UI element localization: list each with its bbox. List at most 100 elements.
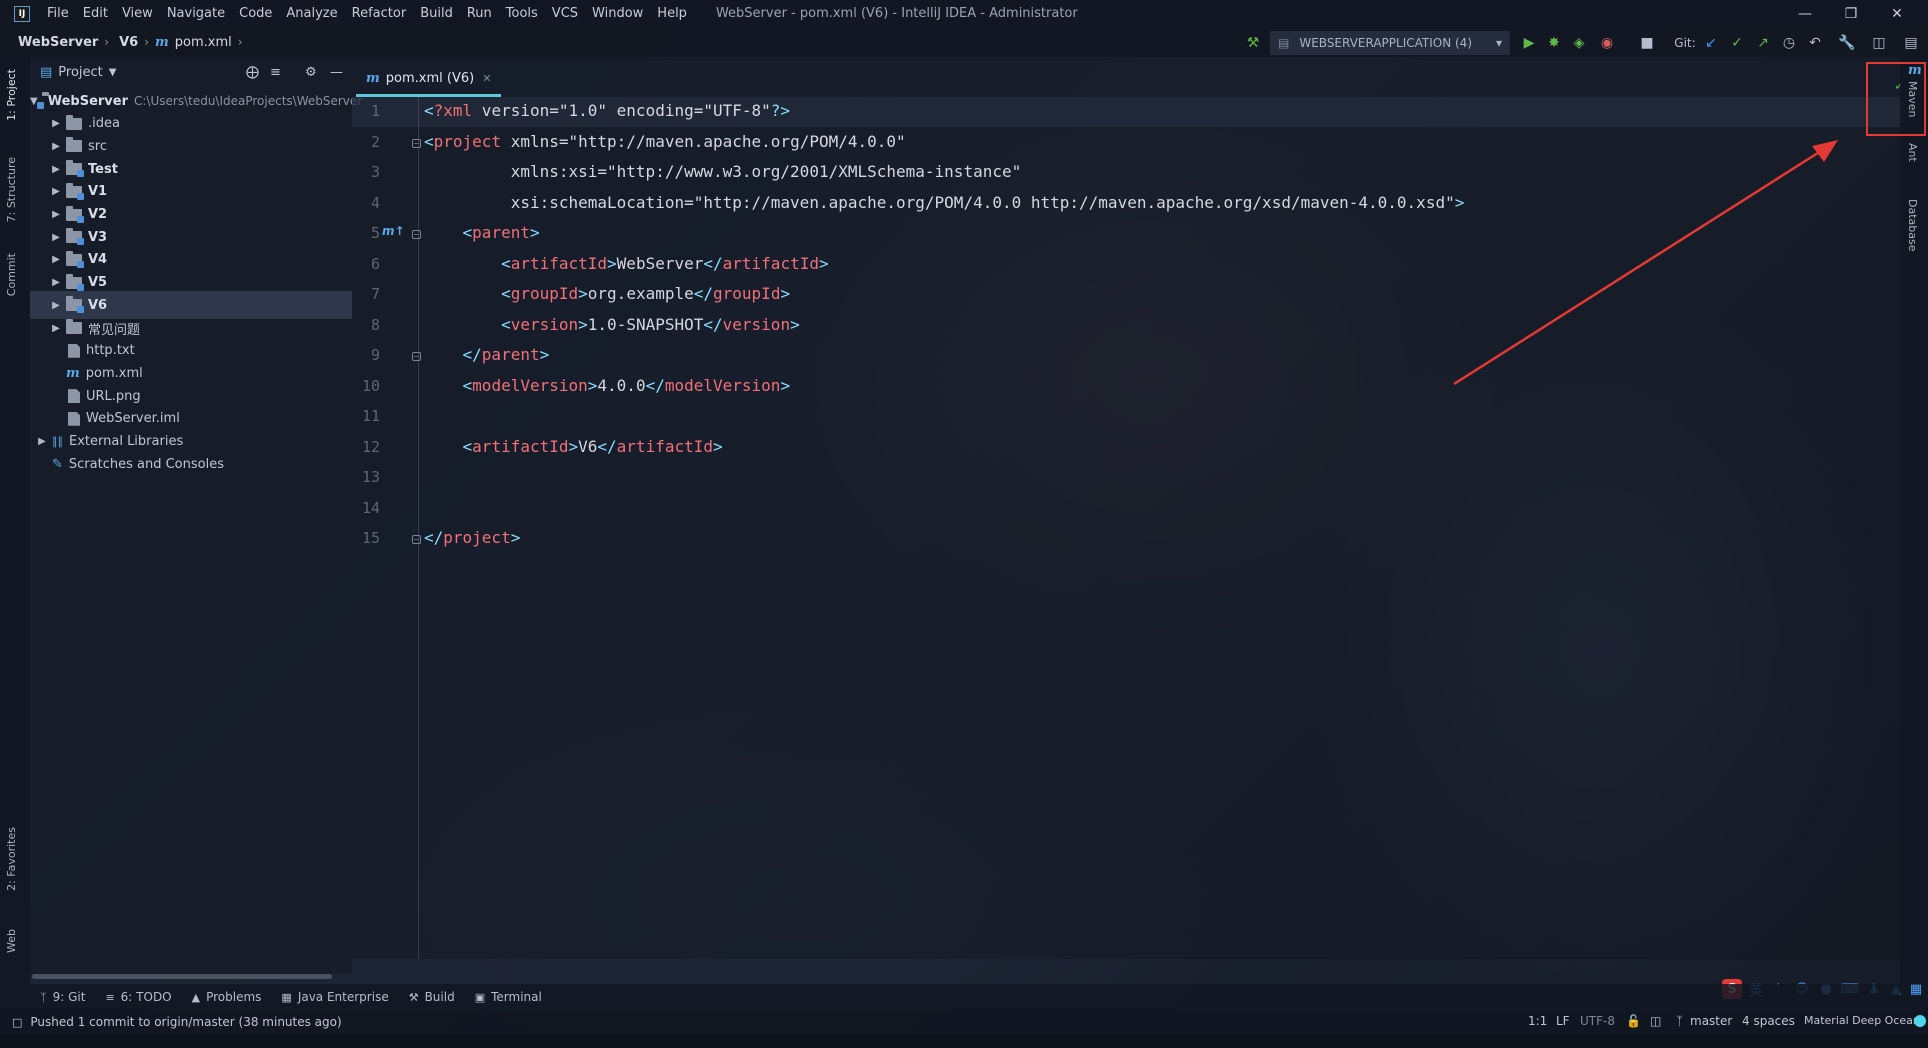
- expand-arrow-icon[interactable]: ▶: [50, 254, 62, 265]
- settings-wrench-icon[interactable]: 🔧: [1836, 32, 1858, 54]
- tool-tab-todo[interactable]: ≡ 6: TODO: [105, 990, 171, 1004]
- search-everywhere-icon[interactable]: ▤: [1900, 32, 1922, 54]
- editor-tab-pom[interactable]: m pom.xml (V6) ✕: [356, 63, 502, 97]
- code-line[interactable]: <modelVersion>4.0.0</modelVersion>: [424, 376, 791, 395]
- rollback-icon[interactable]: ↶: [1804, 32, 1826, 54]
- menu-run[interactable]: Run: [460, 6, 499, 21]
- maven-parent-gutter-icon[interactable]: m↑: [382, 224, 405, 238]
- expand-arrow-icon[interactable]: ▶: [50, 118, 62, 129]
- theme-name[interactable]: Material Deep Ocean: [1804, 1014, 1920, 1027]
- menu-vcs[interactable]: VCS: [545, 6, 585, 21]
- debug-icon[interactable]: ✸: [1543, 32, 1565, 54]
- expand-arrow-icon[interactable]: ▶: [50, 277, 62, 288]
- profile-icon[interactable]: ◉: [1596, 32, 1618, 54]
- collapse-all-icon[interactable]: ≡: [270, 65, 281, 80]
- tree-item-label: http.txt: [86, 343, 135, 359]
- expand-arrow-icon[interactable]: ▶: [50, 141, 62, 152]
- ime-tools-icon[interactable]: ▦: [1906, 979, 1926, 999]
- tool-tab-problems[interactable]: ▲ Problems: [192, 990, 262, 1004]
- menu-refactor[interactable]: Refactor: [345, 6, 414, 21]
- tool-tab-favorites[interactable]: 2: Favorites: [5, 827, 18, 891]
- code-line[interactable]: xmlns:xsi="http://www.w3.org/2001/XMLSch…: [424, 162, 1022, 181]
- menu-view[interactable]: View: [115, 6, 160, 21]
- expand-arrow-icon[interactable]: ▶: [36, 436, 48, 447]
- tool-tab-build[interactable]: ⚒ Build: [409, 990, 455, 1004]
- code-line[interactable]: </project>: [424, 528, 520, 547]
- tree-item-scratches-and-consoles[interactable]: ✎ Scratches and Consoles: [30, 450, 352, 478]
- menu-tools[interactable]: Tools: [499, 6, 545, 21]
- expand-arrow-icon[interactable]: ▶: [50, 209, 62, 220]
- code-line[interactable]: xsi:schemaLocation="http://maven.apache.…: [424, 193, 1465, 212]
- history-icon[interactable]: ◷: [1778, 32, 1800, 54]
- run-icon[interactable]: ▶: [1518, 32, 1540, 54]
- expand-arrow-icon[interactable]: ▶: [50, 232, 62, 243]
- intellij-logo-icon: IJ: [14, 5, 30, 22]
- indent-setting[interactable]: 4 spaces: [1742, 1014, 1795, 1028]
- menu-code[interactable]: Code: [232, 6, 279, 21]
- menu-file[interactable]: File: [40, 6, 76, 21]
- minimize-icon[interactable]: —: [1782, 0, 1828, 27]
- tool-tab-database[interactable]: Database: [1906, 199, 1919, 252]
- tree-item-label: V4: [88, 252, 108, 268]
- close-window-icon[interactable]: ✕: [1874, 0, 1920, 27]
- code-line[interactable]: <project xmlns="http://maven.apache.org/…: [424, 132, 906, 151]
- code-line[interactable]: </parent>: [424, 345, 550, 364]
- lock-icon[interactable]: 🔓: [1626, 1014, 1641, 1028]
- status-panel-icon[interactable]: □: [12, 1016, 22, 1029]
- tool-tab-commit[interactable]: Commit: [5, 253, 18, 296]
- code-line[interactable]: <version>1.0-SNAPSHOT</version>: [424, 315, 800, 334]
- line-number: 4: [370, 193, 380, 212]
- menu-navigate[interactable]: Navigate: [160, 6, 232, 21]
- project-structure-icon[interactable]: ◫: [1868, 32, 1890, 54]
- expand-arrow-icon[interactable]: ▶: [50, 300, 62, 311]
- memory-indicator-icon[interactable]: ◫: [1650, 1014, 1661, 1028]
- menu-help[interactable]: Help: [650, 6, 694, 21]
- breadcrumb-project[interactable]: WebServer: [18, 35, 98, 50]
- caret-position[interactable]: 1:1: [1528, 1014, 1547, 1028]
- fold-toggle-icon[interactable]: −: [412, 138, 421, 148]
- git-update-icon[interactable]: ↙: [1700, 32, 1722, 54]
- gear-icon[interactable]: ⚙: [305, 65, 317, 80]
- project-view-selector[interactable]: Project: [58, 65, 102, 80]
- menu-window[interactable]: Window: [585, 6, 650, 21]
- status-message[interactable]: Pushed 1 commit to origin/master (38 min…: [30, 1015, 341, 1029]
- fold-toggle-icon[interactable]: −: [412, 535, 421, 544]
- code-line[interactable]: <artifactId>WebServer</artifactId>: [424, 254, 829, 273]
- git-branch[interactable]: master: [1690, 1014, 1732, 1028]
- git-commit-icon[interactable]: ✓: [1726, 32, 1748, 54]
- restore-icon[interactable]: ❐: [1828, 0, 1874, 27]
- menu-edit[interactable]: Edit: [76, 6, 115, 21]
- coverage-icon[interactable]: ◈: [1568, 32, 1590, 54]
- run-configuration-dropdown[interactable]: ▤ WEBSERVERAPPLICATION (4) ▾: [1270, 31, 1510, 55]
- tool-tab-git[interactable]: ᛉ 9: Git: [40, 990, 85, 1004]
- git-push-icon[interactable]: ↗: [1752, 32, 1774, 54]
- fold-toggle-icon[interactable]: −: [412, 230, 421, 239]
- code-line[interactable]: <parent>: [424, 223, 540, 242]
- expand-arrow-icon[interactable]: ▶: [50, 164, 62, 175]
- tool-tab-structure[interactable]: 7: Structure: [5, 157, 18, 222]
- locate-icon[interactable]: ⨁: [246, 65, 259, 80]
- code-line[interactable]: <groupId>org.example</groupId>: [424, 284, 790, 303]
- menu-analyze[interactable]: Analyze: [279, 6, 344, 21]
- tool-tab-web[interactable]: Web: [5, 929, 18, 953]
- breadcrumb-file[interactable]: pom.xml: [175, 35, 232, 50]
- fold-toggle-icon[interactable]: −: [412, 352, 421, 361]
- tool-tab-project[interactable]: 1: Project: [5, 69, 18, 121]
- horizontal-scrollbar[interactable]: [32, 974, 332, 979]
- menu-bar: IJ File Edit View Navigate Code Analyze Refact…: [0, 0, 1928, 27]
- code-line[interactable]: <?xml version="1.0" encoding="UTF-8"?>: [424, 101, 790, 120]
- hide-panel-icon[interactable]: —: [330, 65, 343, 80]
- tool-tab-ant[interactable]: Ant: [1906, 143, 1919, 162]
- file-encoding[interactable]: UTF-8: [1580, 1014, 1615, 1028]
- expand-arrow-icon[interactable]: ▶: [50, 186, 62, 197]
- close-tab-icon[interactable]: ✕: [482, 72, 491, 85]
- menu-build[interactable]: Build: [413, 6, 460, 21]
- breadcrumb-module[interactable]: V6: [119, 35, 138, 50]
- line-separator[interactable]: LF: [1556, 1014, 1570, 1028]
- tool-tab-terminal[interactable]: ▣ Terminal: [475, 990, 542, 1004]
- code-line[interactable]: <artifactId>V6</artifactId>: [424, 437, 723, 456]
- expand-arrow-icon[interactable]: ▶: [50, 323, 62, 334]
- build-hammer-icon[interactable]: ⚒: [1242, 32, 1264, 54]
- stop-icon[interactable]: ■: [1636, 32, 1658, 54]
- tool-tab-java-enterprise[interactable]: ▦ Java Enterprise: [281, 990, 388, 1004]
